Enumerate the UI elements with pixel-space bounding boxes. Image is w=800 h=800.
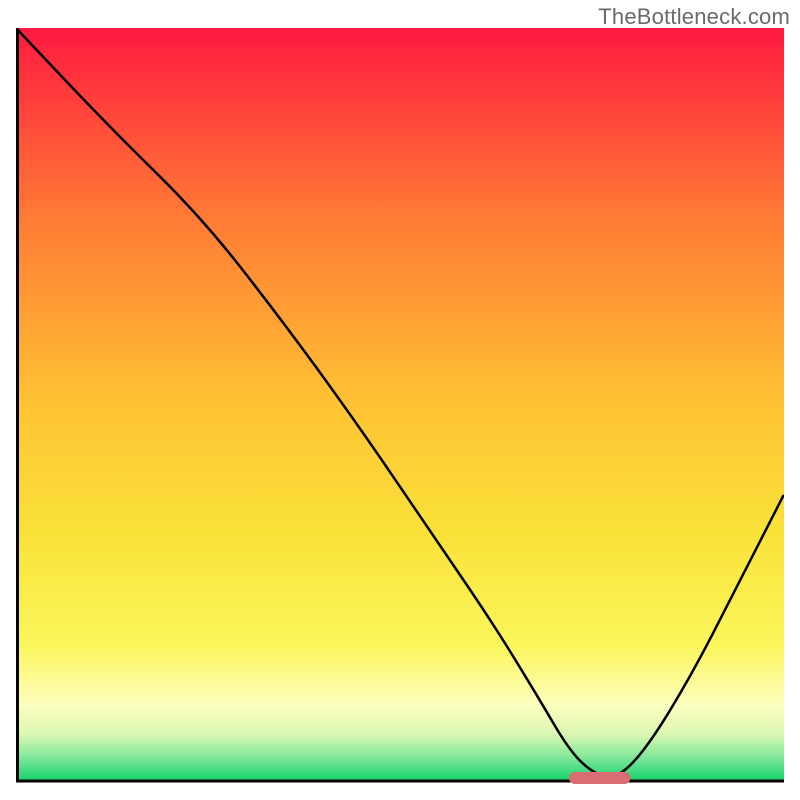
gradient-background <box>16 28 784 780</box>
optimum-marker <box>569 772 630 784</box>
plot-area <box>16 28 784 784</box>
chart-container: TheBottleneck.com <box>0 0 800 800</box>
watermark-text: TheBottleneck.com <box>598 4 790 30</box>
chart-svg <box>16 28 784 784</box>
